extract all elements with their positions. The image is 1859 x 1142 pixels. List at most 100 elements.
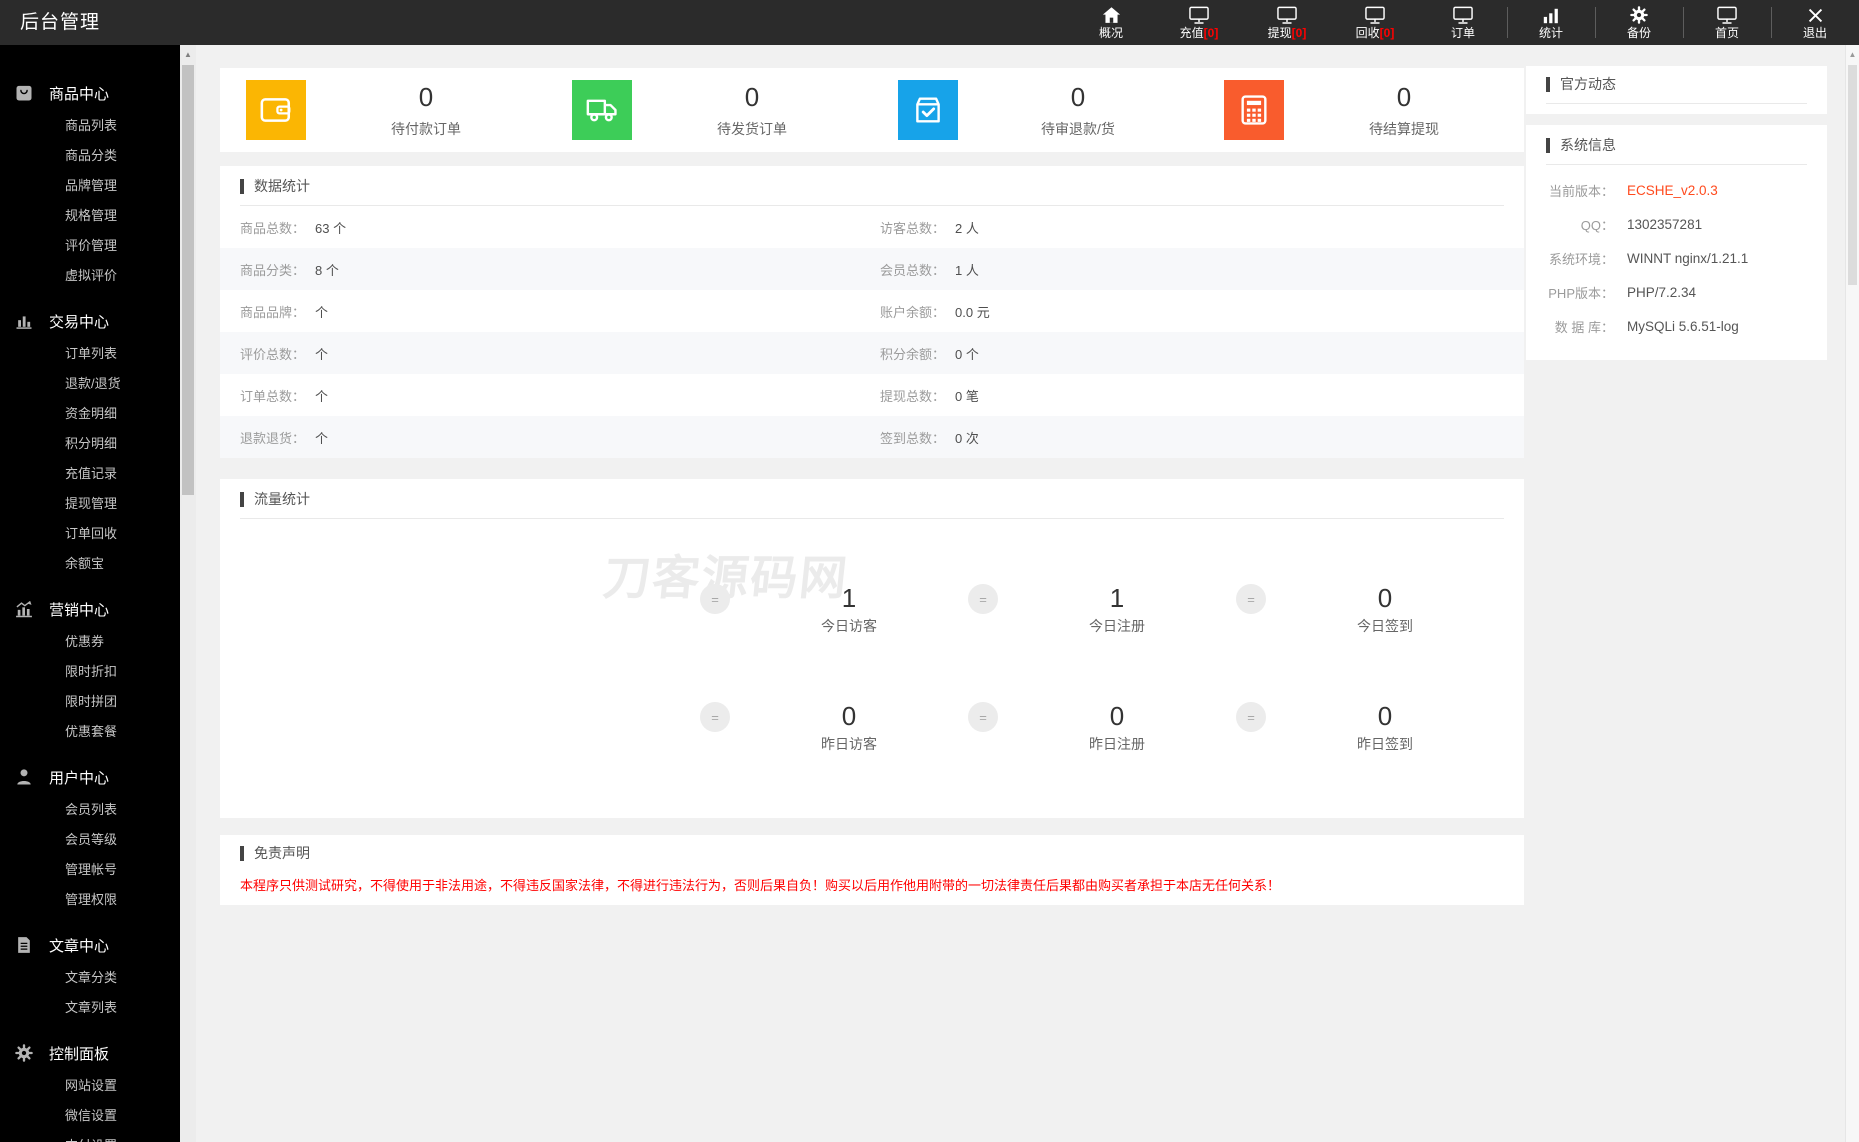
header-bar xyxy=(1546,137,1550,153)
traffic-label: 今日签到 xyxy=(1357,618,1413,634)
sidebar-item-refund-return[interactable]: 退款/退货 xyxy=(0,369,180,399)
sidebar-scrollbar-thumb[interactable] xyxy=(182,65,194,495)
header-bar xyxy=(240,845,244,861)
nav-orders[interactable]: 订单 xyxy=(1419,0,1507,45)
nav-frontend-home[interactable]: 首页 xyxy=(1683,0,1771,45)
sidebar-item-site-settings[interactable]: 网站设置 xyxy=(0,1071,180,1101)
nav-stats[interactable]: 统计 xyxy=(1507,0,1595,45)
stat-card-pending-payment[interactable]: 0 待付款订单 xyxy=(220,68,546,152)
sidebar-item-fund-detail[interactable]: 资金明细 xyxy=(0,399,180,429)
sidebar-section-marketing-header[interactable]: 营销中心 xyxy=(0,591,180,627)
bag-icon xyxy=(16,85,32,101)
sidebar-section-control-header[interactable]: 控制面板 xyxy=(0,1035,180,1071)
home-icon xyxy=(1101,6,1122,25)
sidebar-item-wechat-settings[interactable]: 微信设置 xyxy=(0,1101,180,1131)
section-title: 系统信息 xyxy=(1560,137,1616,153)
traffic-label: 今日注册 xyxy=(1089,618,1145,634)
sidebar-item-goods-category[interactable]: 商品分类 xyxy=(0,141,180,171)
sidebar-item-order-recycle[interactable]: 订单回收 xyxy=(0,519,180,549)
scroll-up-arrow-icon[interactable]: ▲ xyxy=(1846,50,1859,59)
section-header: 免责声明 xyxy=(220,835,1524,863)
sidebar-item-withdraw-manage[interactable]: 提现管理 xyxy=(0,489,180,519)
stat-card-pending-shipment[interactable]: 0 待发货订单 xyxy=(546,68,872,152)
stat-card-pending-refund[interactable]: 0 待审退款/货 xyxy=(872,68,1198,152)
topbar-nav: 概况 充值 [0] 提现 [0] 回收 [0] 订单 统计 备份 首页 退出 xyxy=(1067,0,1859,45)
sidebar-item-recharge-record[interactable]: 充值记录 xyxy=(0,459,180,489)
version-link[interactable]: ECSHE_v2.0.3 xyxy=(1627,183,1718,198)
sidebar-item-yuebao[interactable]: 余额宝 xyxy=(0,549,180,579)
divider xyxy=(240,518,1504,519)
page-scrollbar: ▲ xyxy=(1845,45,1859,1142)
sidebar-section-marketing: 营销中心 优惠券 限时折扣 限时拼团 优惠套餐 xyxy=(0,591,180,747)
sidebar-section-goods-header[interactable]: 商品中心 xyxy=(0,75,180,111)
nav-recycle[interactable]: 回收 [0] xyxy=(1331,0,1419,45)
sidebar-item-flash-discount[interactable]: 限时折扣 xyxy=(0,657,180,687)
stat-label: 待结算提现 xyxy=(1369,120,1439,137)
truck-icon xyxy=(572,80,632,140)
section-title: 官方动态 xyxy=(1560,76,1616,92)
nav-overview[interactable]: 概况 xyxy=(1067,0,1155,45)
sidebar-scrollbar: ▲ xyxy=(180,45,196,1142)
table-row: 商品总数： 63 个 访客总数： 2 人 xyxy=(240,220,979,236)
app-title: 后台管理 xyxy=(20,12,101,33)
divider xyxy=(1546,164,1807,165)
wallet-icon xyxy=(246,80,306,140)
image-placeholder-icon: = xyxy=(700,702,730,732)
page-scrollbar-thumb[interactable] xyxy=(1848,65,1857,285)
section-header: 官方动态 xyxy=(1526,66,1827,94)
sidebar-item-goods-list[interactable]: 商品列表 xyxy=(0,111,180,141)
list-item: PHP版本： PHP/7.2.34 xyxy=(1548,284,1697,301)
sidebar-item-points-detail[interactable]: 积分明细 xyxy=(0,429,180,459)
traffic-value: 1 xyxy=(1109,583,1125,613)
close-icon xyxy=(1806,6,1825,25)
sidebar-item-article-list[interactable]: 文章列表 xyxy=(0,993,180,1023)
nav-recharge[interactable]: 充值 [0] xyxy=(1155,0,1243,45)
calculator-icon xyxy=(1224,80,1284,140)
image-placeholder-icon: = xyxy=(968,702,998,732)
nav-logout[interactable]: 退出 xyxy=(1771,0,1859,45)
data-stats-card: 数据统计 商品总数： 63 个 访客总数： 2 人 商品分类： 8 个 会员总数： 1 … xyxy=(220,166,1524,458)
monitor-icon xyxy=(1716,6,1738,25)
nav-badge: [0] xyxy=(1291,25,1307,40)
sidebar: 商品中心 商品列表 商品分类 品牌管理 规格管理 评价管理 虚拟评价 交易中心 … xyxy=(0,45,180,1142)
section-title: 流量统计 xyxy=(254,491,310,507)
sidebar-item-admin-permission[interactable]: 管理权限 xyxy=(0,885,180,915)
sidebar-item-member-list[interactable]: 会员列表 xyxy=(0,795,180,825)
table-row: 商品分类： 8 个 会员总数： 1 人 xyxy=(220,248,1524,290)
section-header: 数据统计 xyxy=(220,166,1524,196)
sidebar-item-member-level[interactable]: 会员等级 xyxy=(0,825,180,855)
sidebar-item-admin-account[interactable]: 管理帐号 xyxy=(0,855,180,885)
official-news-card: 官方动态 xyxy=(1526,66,1827,114)
sidebar-item-coupon[interactable]: 优惠券 xyxy=(0,627,180,657)
stat-card-pending-settlement[interactable]: 0 待结算提现 xyxy=(1198,68,1524,152)
sidebar-section-user-header[interactable]: 用户中心 xyxy=(0,759,180,795)
section-title: 数据统计 xyxy=(254,178,310,194)
topbar: 后台管理 概况 充值 [0] 提现 [0] 回收 [0] 订单 统计 备份 首页… xyxy=(0,0,1859,45)
monitor-icon xyxy=(1364,6,1386,25)
image-placeholder-icon: = xyxy=(1236,584,1266,614)
header-bar xyxy=(1546,76,1550,92)
sidebar-item-order-list[interactable]: 订单列表 xyxy=(0,339,180,369)
nav-backup[interactable]: 备份 xyxy=(1595,0,1683,45)
stat-label: 待付款订单 xyxy=(391,120,461,137)
sidebar-item-virtual-review[interactable]: 虚拟评价 xyxy=(0,261,180,291)
sidebar-item-review-manage[interactable]: 评价管理 xyxy=(0,231,180,261)
sidebar-item-spec-manage[interactable]: 规格管理 xyxy=(0,201,180,231)
box-check-icon xyxy=(898,80,958,140)
disclaimer-card: 免责声明 本程序只供测试研究，不得使用于非法用途，不得违反国家法律，不得进行违法… xyxy=(220,835,1524,905)
traffic-value: 0 xyxy=(1377,701,1393,731)
nav-withdraw[interactable]: 提现 [0] xyxy=(1243,0,1331,45)
system-info-card: 系统信息 当前版本： ECSHE_v2.0.3 QQ： 1302357281 系… xyxy=(1526,125,1827,360)
sidebar-section-trade-header[interactable]: 交易中心 xyxy=(0,303,180,339)
sidebar-item-payment-settings[interactable]: 支付设置 xyxy=(0,1131,180,1142)
sidebar-item-combo-deal[interactable]: 优惠套餐 xyxy=(0,717,180,747)
traffic-group: = 1 今日访客 xyxy=(700,583,968,636)
sidebar-item-article-category[interactable]: 文章分类 xyxy=(0,963,180,993)
divider xyxy=(1546,103,1807,104)
sidebar-item-group-buy[interactable]: 限时拼团 xyxy=(0,687,180,717)
traffic-value: 0 xyxy=(1109,701,1125,731)
sidebar-section-article-header[interactable]: 文章中心 xyxy=(0,927,180,963)
sidebar-item-brand-manage[interactable]: 品牌管理 xyxy=(0,171,180,201)
scroll-up-arrow-icon[interactable]: ▲ xyxy=(180,50,196,59)
traffic-group: = 0 今日签到 xyxy=(1236,583,1504,636)
